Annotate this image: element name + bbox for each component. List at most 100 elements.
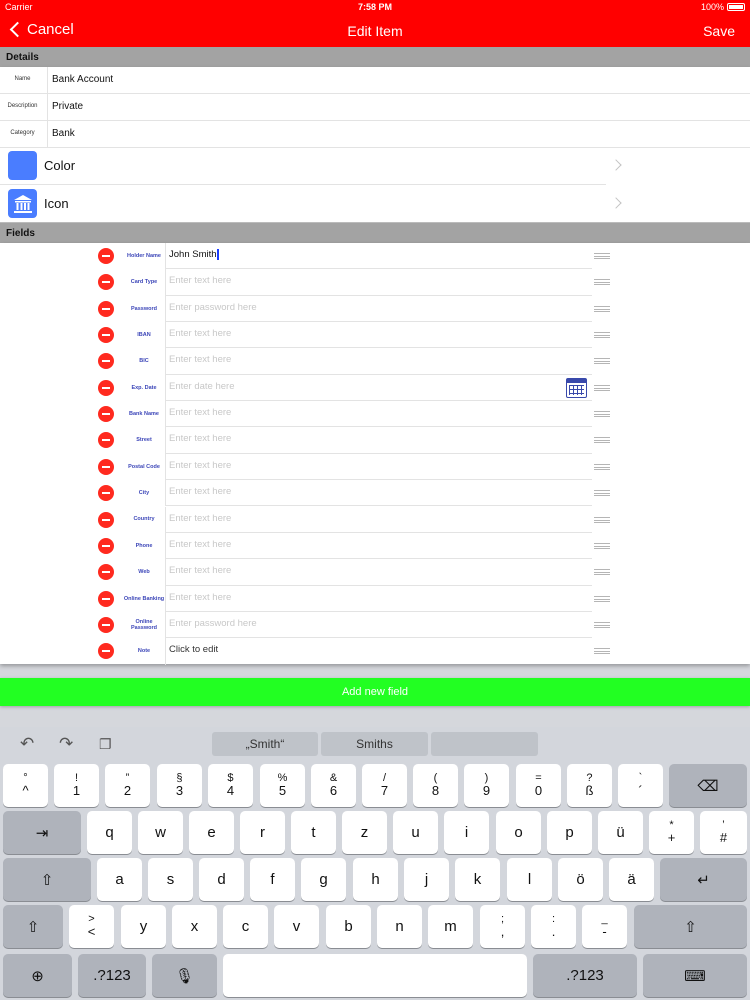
key[interactable]: p [547, 811, 592, 854]
dismiss-keyboard-key[interactable]: ⌨ [643, 954, 747, 997]
delete-field-icon[interactable] [98, 432, 114, 449]
reorder-handle-icon[interactable] [594, 569, 610, 576]
key[interactable]: x [172, 905, 217, 948]
delete-field-icon[interactable] [98, 406, 114, 423]
key[interactable]: % 5 [260, 764, 305, 807]
field-input[interactable] [169, 486, 559, 498]
key[interactable]: t [291, 811, 336, 854]
key[interactable]: ü [598, 811, 643, 854]
delete-field-icon[interactable] [98, 353, 114, 370]
key[interactable]: & 6 [311, 764, 356, 807]
key[interactable]: ° ^ [3, 764, 48, 807]
key[interactable]: $4 [208, 764, 253, 807]
delete-field-icon[interactable] [98, 379, 114, 396]
key[interactable]: j [404, 858, 449, 901]
reorder-handle-icon[interactable] [594, 358, 610, 365]
shift-key-right[interactable]: ⇧ [634, 905, 747, 948]
field-input[interactable] [169, 459, 559, 471]
delete-key[interactable]: ⌫ [669, 764, 747, 807]
key[interactable]: k [455, 858, 500, 901]
key[interactable]: * + [649, 811, 694, 854]
delete-field-icon[interactable] [98, 458, 114, 475]
key[interactable]: § 3 [157, 764, 202, 807]
undo-icon[interactable]: ↶ [20, 734, 34, 754]
reorder-handle-icon[interactable] [594, 490, 610, 497]
delete-field-icon[interactable] [98, 485, 114, 502]
key[interactable]: ä [609, 858, 654, 901]
space-key[interactable] [223, 954, 527, 997]
reorder-handle-icon[interactable] [594, 437, 610, 444]
field-input[interactable] [169, 538, 559, 550]
detail-row-category[interactable]: Category Bank [0, 121, 750, 148]
key[interactable]: q [87, 811, 132, 854]
key[interactable]: i [444, 811, 489, 854]
key[interactable]: f [250, 858, 295, 901]
delete-field-icon[interactable] [98, 511, 114, 528]
redo-icon[interactable]: ↷ [59, 734, 73, 754]
key[interactable]: :. [531, 905, 576, 948]
reorder-handle-icon[interactable] [594, 253, 610, 259]
reorder-handle-icon[interactable] [594, 279, 610, 286]
suggestion-1[interactable]: „Smith“ [212, 732, 318, 756]
reorder-handle-icon[interactable] [594, 411, 610, 418]
key[interactable]: ? ß [567, 764, 612, 807]
field-input[interactable] [169, 407, 559, 419]
color-picker-row[interactable]: Color [0, 147, 750, 185]
reorder-handle-icon[interactable] [594, 384, 610, 391]
key[interactable]: ;, [480, 905, 525, 948]
key[interactable]: v [274, 905, 319, 948]
key[interactable]: w [138, 811, 183, 854]
reorder-handle-icon[interactable] [594, 305, 610, 312]
key[interactable]: c [223, 905, 268, 948]
key[interactable]: /7 [362, 764, 407, 807]
detail-value[interactable]: Bank [52, 128, 75, 139]
detail-value[interactable]: Bank Account [52, 74, 113, 85]
key[interactable]: l [507, 858, 552, 901]
field-input[interactable] [169, 433, 559, 445]
delete-field-icon[interactable] [98, 300, 114, 317]
key[interactable]: o [496, 811, 541, 854]
dictation-key[interactable]: 🎙 [152, 954, 217, 997]
field-input[interactable] [169, 328, 559, 340]
reorder-handle-icon[interactable] [594, 463, 610, 470]
delete-field-icon[interactable] [98, 274, 114, 291]
key[interactable]: d [199, 858, 244, 901]
field-input[interactable] [169, 380, 559, 392]
key[interactable]: h [353, 858, 398, 901]
detail-row-name[interactable]: Name Bank Account [0, 67, 750, 94]
tab-key[interactable]: ⇥ [3, 811, 81, 854]
key[interactable]: ) 9 [464, 764, 509, 807]
field-input[interactable] [169, 617, 559, 629]
delete-field-icon[interactable] [98, 537, 114, 554]
field-input[interactable] [169, 565, 559, 577]
delete-field-icon[interactable] [98, 590, 114, 607]
return-key[interactable]: ↵ [660, 858, 747, 901]
icon-picker-row[interactable]: Icon [0, 185, 750, 223]
reorder-handle-icon[interactable] [594, 621, 610, 628]
field-input[interactable] [169, 301, 559, 313]
calendar-icon[interactable] [566, 377, 587, 398]
field-input[interactable] [169, 249, 559, 260]
numbers-key-right[interactable]: .?123 [533, 954, 637, 997]
key[interactable]: a [97, 858, 142, 901]
field-input[interactable] [169, 354, 559, 366]
key[interactable]: u [393, 811, 438, 854]
shift-key-left[interactable]: ⇧ [3, 858, 91, 901]
add-field-button[interactable]: Add new field [0, 678, 750, 706]
key[interactable]: (8 [413, 764, 458, 807]
delete-field-icon[interactable] [98, 616, 114, 633]
key[interactable]: y [121, 905, 166, 948]
reorder-handle-icon[interactable] [594, 542, 610, 549]
key[interactable]: ’ # [700, 811, 747, 854]
reorder-handle-icon[interactable] [594, 516, 610, 523]
key[interactable]: g [301, 858, 346, 901]
reorder-handle-icon[interactable] [594, 595, 610, 602]
detail-row-description[interactable]: Description Private [0, 94, 750, 121]
note-field[interactable]: Click to edit [169, 644, 559, 655]
key[interactable]: b [326, 905, 371, 948]
key[interactable]: _ - [582, 905, 627, 948]
key[interactable]: = 0 [516, 764, 561, 807]
save-button[interactable]: Save [703, 23, 735, 39]
detail-value[interactable]: Private [52, 101, 83, 112]
reorder-handle-icon[interactable] [594, 332, 610, 339]
